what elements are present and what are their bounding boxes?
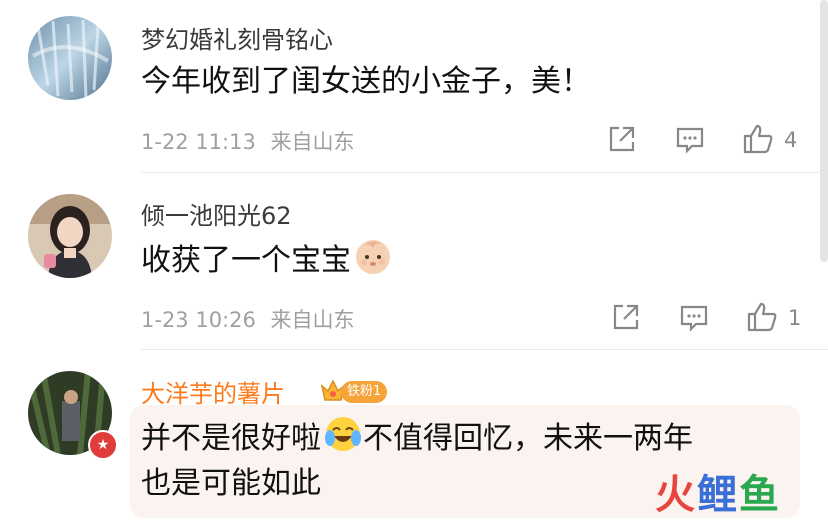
username[interactable]: 大洋芋的薯片	[141, 374, 285, 409]
comment-text: 并不是很好啦 不值得回忆，未来一两年	[141, 414, 693, 461]
comment-text-line2: 也是可能如此	[141, 466, 321, 501]
comment-icon[interactable]	[677, 300, 711, 334]
comment-location: 来自山东	[270, 130, 355, 154]
watermark-part2: 鲤	[697, 472, 739, 518]
watermark-part3: 鱼	[739, 472, 781, 518]
comment-text-content: 收获了一个宝宝	[141, 243, 351, 278]
avatar[interactable]	[28, 16, 112, 100]
comment-location: 来自山东	[270, 308, 355, 332]
fan-badge[interactable]: 铁粉1	[319, 376, 388, 408]
vip-badge-icon: ★	[88, 430, 118, 460]
comment-meta: 1-23 10:26 来自山东	[141, 304, 355, 334]
share-icon[interactable]	[605, 122, 639, 156]
comment-text-part1: 并不是很好啦	[141, 421, 321, 456]
username[interactable]: 梦幻婚礼刻骨铭心	[141, 20, 333, 55]
username[interactable]: 倾一池阳光62	[141, 196, 292, 231]
comment-text: 今年收到了闺女送的小金子，美！	[141, 64, 591, 99]
watermark-logo: 火鲤鱼	[655, 462, 781, 520]
comment-text: 收获了一个宝宝	[141, 236, 393, 283]
comment-item: 倾一池阳光62 收获了一个宝宝 1-23 10:26 来自山东 1	[0, 172, 828, 347]
comment-icon[interactable]	[673, 122, 707, 156]
laughing-crying-emoji-icon	[323, 414, 363, 454]
like-count: 1	[788, 306, 802, 330]
comment-date: 1-22 11:13	[141, 130, 256, 154]
like-icon[interactable]	[745, 300, 779, 334]
like-icon[interactable]	[741, 122, 775, 156]
fan-badge-label: 铁粉1	[341, 381, 388, 403]
comment-date: 1-23 10:26	[141, 308, 256, 332]
comment-item: 梦幻婚礼刻骨铭心 今年收到了闺女送的小金子，美！ 1-22 11:13 来自山东…	[0, 0, 828, 170]
baby-face-emoji-icon	[353, 236, 393, 276]
comment-meta: 1-22 11:13 来自山东	[141, 126, 355, 156]
comment-text-part2: 不值得回忆，未来一两年	[363, 421, 693, 456]
share-icon[interactable]	[609, 300, 643, 334]
watermark-part1: 火	[655, 472, 697, 518]
avatar[interactable]	[28, 194, 112, 278]
like-count: 4	[784, 128, 798, 152]
